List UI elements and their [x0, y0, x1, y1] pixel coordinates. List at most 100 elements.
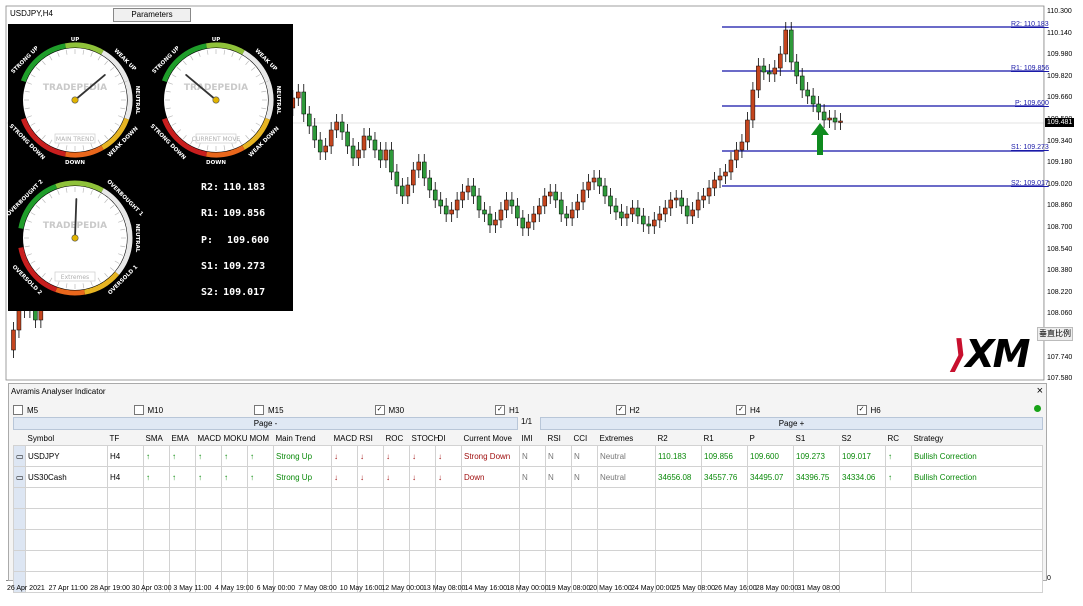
table-row[interactable] — [13, 550, 1043, 572]
down-arrow-icon: ↓ — [409, 466, 436, 488]
table-cell — [701, 487, 748, 509]
candle-body — [564, 213, 569, 219]
table-row[interactable]: ▭ US30Cash H4 ↑ ↑ ↑ ↑ ↑ Strong Up ↓ ↓ ↓ ↓ ↓ Down N N N Neu… — [13, 466, 1043, 488]
candle-body — [542, 195, 548, 207]
header-spacer — [14, 431, 26, 446]
price-tick: 108.380 — [1047, 267, 1073, 275]
r1-cell: 34557.76 — [701, 466, 748, 488]
column-header: CCI — [573, 433, 588, 443]
up-arrow-icon: ↑ — [143, 466, 170, 488]
rsi-cell: N — [545, 466, 572, 488]
candle-body — [745, 119, 750, 143]
page-plus-button[interactable]: Page + — [540, 417, 1043, 430]
price-tick: 109.820 — [1047, 72, 1073, 80]
table-cell — [461, 550, 520, 572]
chart-symbol: USDJPY,H4 — [10, 9, 53, 18]
candle-body — [296, 91, 301, 99]
table-cell — [221, 508, 248, 530]
candle-body — [438, 199, 443, 207]
candle-body — [493, 219, 498, 226]
checkbox-icon[interactable]: ✓ — [856, 405, 867, 415]
table-cell — [571, 550, 598, 572]
candle-body — [586, 181, 591, 191]
table-cell — [143, 508, 170, 530]
level-label-r2: R2: 110.183 — [1011, 21, 1049, 28]
column-header: ROC — [385, 433, 404, 443]
timeframe-m15[interactable]: M15 — [254, 404, 284, 416]
checkbox-icon[interactable]: ✓ — [736, 405, 746, 415]
table-cell — [701, 550, 748, 572]
table-row[interactable]: ▭ USDJPY H4 ↑ ↑ ↑ ↑ ↑ Strong Up ↓ ↓ ↓ ↓ ↓ Strong Down N… — [13, 445, 1043, 467]
price-tick: 109.180 — [1047, 159, 1073, 167]
down-arrow-icon: ↓ — [357, 445, 384, 467]
timeframe-h4[interactable]: ✓ H4 — [736, 404, 760, 416]
table-cell — [839, 529, 886, 551]
down-arrow-icon: ↓ — [409, 445, 436, 467]
symbol-cell: USDJPY — [25, 445, 108, 467]
column-header: MOM — [249, 433, 270, 443]
checkbox-icon[interactable] — [254, 405, 264, 415]
candle-body — [805, 89, 810, 97]
candle-body — [624, 213, 630, 219]
table-cell — [597, 550, 656, 572]
down-arrow-icon: ↓ — [435, 466, 462, 488]
close-icon[interactable]: × — [1037, 385, 1043, 397]
up-arrow-icon: ↑ — [143, 445, 170, 467]
table-cell — [545, 508, 572, 530]
table-cell — [839, 487, 886, 509]
table-cell — [885, 508, 912, 530]
candle-body — [832, 117, 838, 123]
dash-level-r2: R2: 110.183 — [201, 182, 266, 193]
checkbox-icon[interactable] — [133, 405, 144, 415]
table-cell — [247, 550, 274, 572]
candle-body — [383, 149, 389, 161]
candle-body — [838, 120, 843, 123]
table-cell — [331, 508, 358, 530]
candle-body — [416, 161, 422, 171]
candle-body — [312, 125, 317, 141]
table-row[interactable] — [13, 508, 1043, 530]
table-cell — [195, 529, 222, 551]
column-header: S2 — [841, 433, 852, 443]
column-header: MACD — [333, 433, 358, 443]
vertical-scale-button[interactable]: 垂直比例 — [1037, 327, 1073, 341]
candle-body — [482, 209, 487, 215]
timeframe-m5[interactable]: M5 — [13, 404, 38, 416]
price-tick: 108.220 — [1047, 288, 1073, 296]
table-cell — [461, 529, 520, 551]
candle-body — [317, 139, 323, 153]
table-cell — [885, 550, 912, 572]
timeframe-h2[interactable]: ✓ H2 — [615, 404, 640, 416]
timeframe-label: H1 — [509, 405, 520, 415]
candle-body — [728, 159, 734, 173]
s1-cell: 34396.75 — [793, 466, 840, 488]
up-arrow-icon: ↑ — [885, 445, 912, 467]
table-cell — [839, 571, 886, 593]
main-trend-cell: Strong Up — [273, 445, 332, 467]
checkbox-icon[interactable] — [13, 405, 23, 415]
table-cell — [911, 487, 1043, 509]
table-cell — [195, 487, 222, 509]
checkbox-icon[interactable]: ✓ — [615, 405, 626, 415]
timeframe-m10[interactable]: M10 — [133, 404, 163, 416]
candle-body — [526, 221, 531, 229]
table-row[interactable] — [13, 487, 1043, 509]
table-cell — [195, 550, 222, 572]
candle-body — [427, 177, 432, 191]
page-minus-button[interactable]: Page - — [13, 417, 518, 430]
strategy-cell: Bullish Correction — [911, 445, 1043, 467]
table-cell — [701, 508, 748, 530]
timeframe-h6[interactable]: ✓ H6 — [856, 404, 881, 416]
parameters-button[interactable]: Parameters — [113, 8, 191, 22]
timeframe-m30[interactable]: ✓ M30 — [374, 404, 404, 416]
checkbox-icon[interactable]: ✓ — [495, 405, 505, 415]
timeframe-h1[interactable]: ✓ H1 — [495, 404, 519, 416]
table-row[interactable] — [13, 529, 1043, 551]
candle-body — [520, 217, 526, 229]
dash-level-p: P: 109.600 — [201, 235, 270, 246]
table-cell — [107, 487, 144, 509]
candle-body — [635, 207, 641, 217]
candle-body — [794, 61, 799, 77]
checkbox-icon[interactable]: ✓ — [374, 405, 385, 415]
table-cell — [247, 487, 274, 509]
